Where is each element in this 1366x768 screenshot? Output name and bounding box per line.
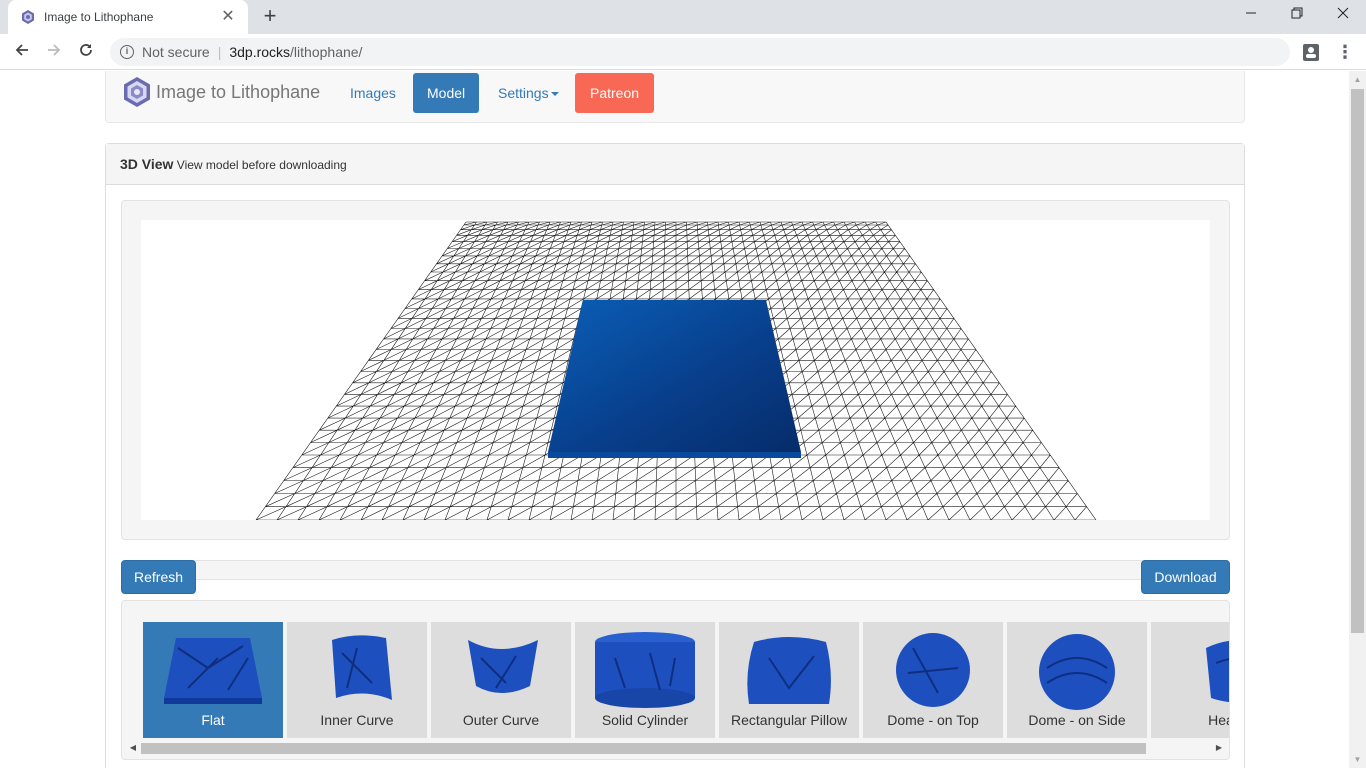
shape-label: Dome - on Top [887,712,979,728]
scroll-down-icon[interactable]: ▼ [1349,751,1366,768]
scroll-left-icon[interactable]: ◀ [126,741,140,755]
shape-label: Rectangular Pillow [731,712,847,728]
vertical-scrollbar[interactable]: ▲ ▼ [1349,71,1366,768]
lithophane-model-side [548,452,801,458]
lithophane-model-top [548,300,801,452]
shape-thumbnail [595,632,695,708]
shape-label: Hea [1208,712,1229,728]
view-panel: 3D View View model before downloading Re… [105,143,1245,768]
vertical-scroll-thumb[interactable] [1351,89,1364,633]
shape-option[interactable]: Rectangular Pillow [719,622,859,738]
nav-settings-label: Settings [498,85,549,101]
shape-label: Solid Cylinder [601,712,689,728]
nav-images[interactable]: Images [336,73,410,113]
tab-strip: Image to Lithophane ✕ + [0,0,1366,34]
url-field[interactable]: i Not secure | 3dp.rocks /lithophane/ [110,38,1290,66]
caret-down-icon [550,92,559,97]
model-3d-canvas[interactable] [141,220,1210,520]
shape-label: Inner Curve [320,712,394,728]
site-navbar: Image to Lithophane Images Model Setting… [105,71,1245,123]
page-viewport: Image to Lithophane Images Model Setting… [0,71,1349,768]
scroll-right-icon[interactable]: ▶ [1212,741,1226,755]
close-tab-icon[interactable]: ✕ [218,7,238,27]
shape-option[interactable]: Flat [143,622,283,738]
shape-thumbnail [164,638,262,704]
model-toolbar: Refresh Download [121,560,1230,594]
shape-thumbnail [1039,634,1115,710]
horizontal-scroll-thumb[interactable] [141,743,1146,754]
shape-label: Outer Curve [462,712,540,728]
shape-option[interactable]: Outer Curve [431,622,571,738]
shape-option[interactable]: Dome - on Side [1007,622,1147,738]
reload-icon[interactable] [74,40,98,64]
browser-tab[interactable]: Image to Lithophane ✕ [8,0,248,34]
brand-name: Image to Lithophane [156,81,321,102]
scroll-up-icon[interactable]: ▲ [1349,71,1366,88]
url-separator: | [217,44,222,60]
panel-title: 3D View [120,156,174,172]
shape-label: Flat [201,712,225,728]
model-3d-render[interactable] [141,220,1210,520]
minimize-icon[interactable] [1228,0,1274,30]
shape-option[interactable]: Hea [1151,622,1229,738]
nav-model[interactable]: Model [413,73,480,113]
new-tab-button[interactable]: + [258,5,282,29]
profile-icon[interactable] [1302,42,1320,62]
shape-thumbnail [1206,640,1229,703]
shape-option[interactable]: Solid Cylinder [575,622,715,738]
close-window-icon[interactable] [1320,0,1366,30]
brand[interactable]: Image to Lithophane [122,76,320,108]
security-label: Not secure [142,44,210,60]
url-path: /lithophane/ [290,44,363,60]
url-host: 3dp.rocks [229,44,291,60]
shape-selector: Flat Inner Curve Outer Curve Solid Cylinder… [121,600,1230,760]
info-icon[interactable]: i [120,45,134,59]
panel-heading: 3D View View model before downloading [106,144,1244,185]
view-well [121,200,1230,540]
browser-menu-icon[interactable]: ⋮ [1336,40,1354,64]
horizontal-scrollbar[interactable]: ◀ ▶ [126,741,1226,755]
shape-option[interactable]: Dome - on Top [863,622,1003,738]
nav-patreon[interactable]: Patreon [575,73,655,113]
shape-option[interactable]: Inner Curve [287,622,427,738]
shape-thumbnail [896,633,970,707]
nav-settings-dropdown[interactable]: Settings [484,73,573,113]
tab-title: Image to Lithophane [44,10,154,24]
app-favicon-icon [22,10,34,24]
shape-thumbnail [332,635,392,700]
refresh-button[interactable]: Refresh [121,560,196,594]
restore-icon[interactable] [1274,0,1320,30]
address-bar: i Not secure | 3dp.rocks /lithophane/ ⋮ [0,34,1366,70]
shape-thumbnail [747,637,831,704]
download-button[interactable]: Download [1141,560,1230,594]
back-arrow-icon[interactable] [10,40,34,64]
shape-list: Flat Inner Curve Outer Curve Solid Cylinder… [143,622,1229,738]
shape-thumbnail [468,640,538,693]
toolbar-track [121,560,1230,580]
forward-arrow-icon[interactable] [42,40,66,64]
shape-label: Dome - on Side [1028,712,1126,728]
lithophane-logo-icon [124,77,150,107]
panel-subtitle: View model before downloading [176,158,347,172]
